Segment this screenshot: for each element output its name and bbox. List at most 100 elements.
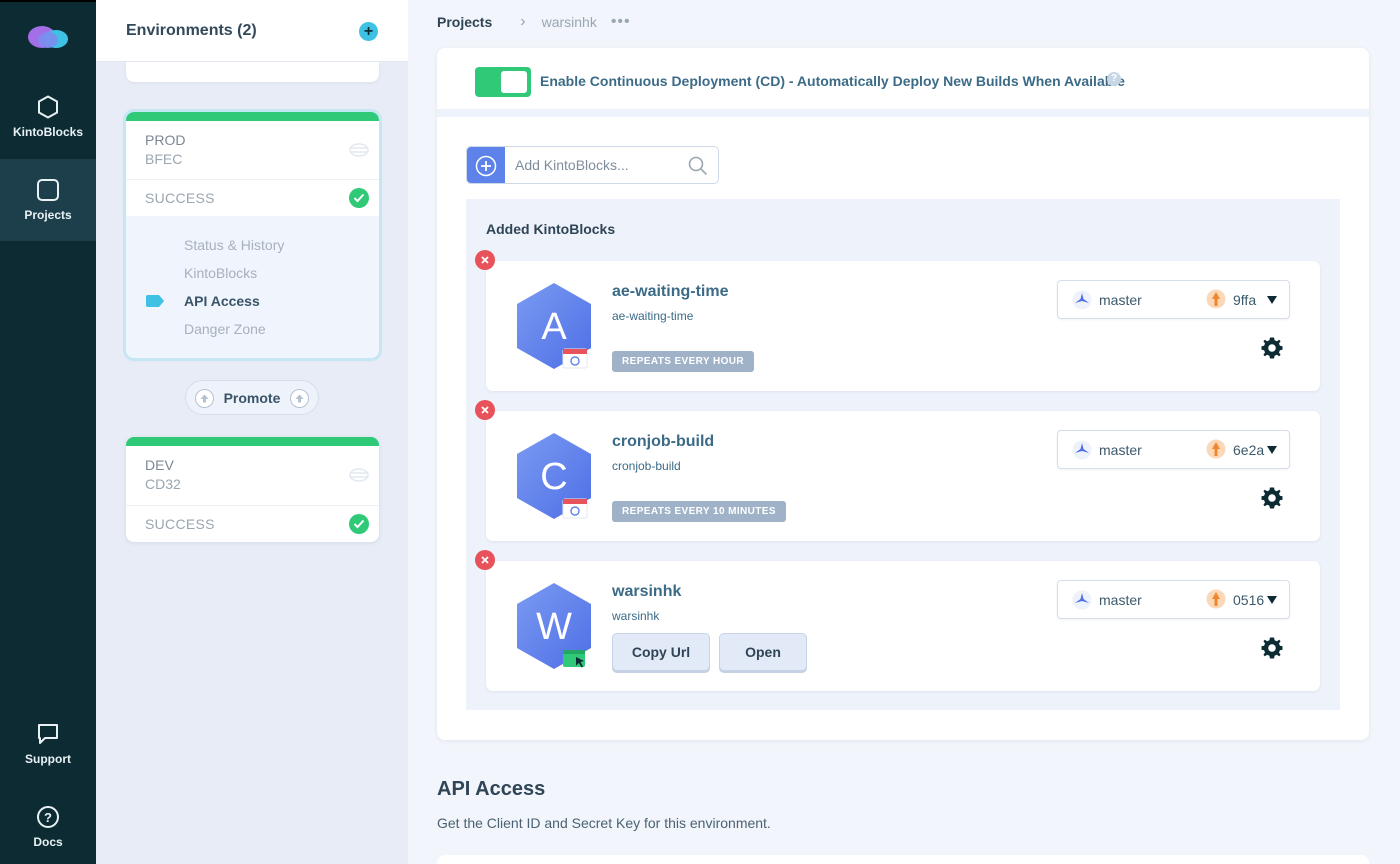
environment-name: DEV (145, 457, 174, 473)
caret-down-icon (1267, 296, 1277, 304)
active-marker-icon (146, 295, 164, 307)
submenu-danger-zone[interactable]: Danger Zone (184, 321, 266, 337)
commit-icon (1206, 439, 1226, 459)
remove-icon[interactable] (475, 400, 495, 420)
main-content: Projects › warsinhk ••• Enable Continuou… (408, 0, 1400, 864)
added-kintoblocks-section: Added KintoBlocks A ae-waiting-time ae-w… (466, 199, 1340, 710)
chevron-right-icon: › (520, 13, 526, 30)
commit-icon (1206, 289, 1226, 309)
app-logo[interactable] (26, 22, 70, 50)
environment-name: PROD (145, 132, 186, 148)
environments-panel: Environments (2) + PROD BFEC SUCCESS Sta… (96, 0, 408, 864)
nav-item-kintoblocks[interactable]: KintoBlocks (0, 76, 96, 158)
gear-icon[interactable] (1260, 336, 1284, 360)
check-icon (349, 188, 369, 208)
open-button[interactable]: Open (719, 633, 807, 671)
branch-selector[interactable]: master 9ffa (1057, 280, 1290, 319)
gear-icon[interactable] (1260, 486, 1284, 510)
kintoblock-subtitle: ae-waiting-time (612, 309, 694, 323)
kintoblock-title[interactable]: warsinhk (612, 583, 681, 601)
drag-handle-icon[interactable] (349, 142, 369, 158)
svg-text:A: A (541, 306, 567, 348)
divider (126, 505, 379, 506)
add-kintoblock-button[interactable] (467, 147, 505, 183)
hexagon-icon (36, 95, 60, 119)
branch-icon (1072, 290, 1092, 310)
breadcrumb: Projects › warsinhk ••• (437, 13, 631, 31)
website-cursor-icon (563, 650, 585, 668)
environments-title: Environments (2) (126, 22, 257, 39)
nav-item-projects[interactable]: Projects (0, 159, 96, 241)
environments-header: Environments (2) + (96, 0, 408, 62)
continuous-deployment-row: Enable Continuous Deployment (CD) - Auto… (437, 48, 1369, 117)
submenu-api-access[interactable]: API Access (184, 293, 260, 309)
branch-name: master (1099, 592, 1142, 608)
caret-down-icon (1267, 596, 1277, 604)
kintoblock-subtitle: warsinhk (612, 609, 660, 623)
nav-rail: KintoBlocks Projects Support ? Docs (0, 0, 96, 864)
divider (126, 179, 379, 180)
environment-card-dev[interactable]: DEV CD32 SUCCESS (126, 437, 379, 542)
kintoblock-title[interactable]: ae-waiting-time (612, 283, 728, 301)
promote-label: Promote (223, 389, 281, 406)
svg-text:?: ? (44, 810, 52, 825)
environment-status: SUCCESS (145, 516, 215, 532)
nav-label: KintoBlocks (12, 125, 83, 139)
calendar-refresh-icon (562, 348, 588, 369)
more-options-icon[interactable]: ••• (611, 13, 631, 31)
commit-hash: 0516 (1233, 592, 1265, 608)
remove-icon[interactable] (475, 250, 495, 270)
nav-item-support[interactable]: Support (0, 703, 96, 785)
environment-status: SUCCESS (145, 190, 215, 206)
api-access-description: Get the Client ID and Secret Key for thi… (437, 815, 771, 831)
breadcrumb-projects[interactable]: Projects (437, 14, 492, 30)
section-heading: Added KintoBlocks (486, 221, 616, 237)
branch-name: master (1099, 442, 1142, 458)
branch-icon (1072, 590, 1092, 610)
kintoblock-card[interactable]: A ae-waiting-time ae-waiting-time REPEAT… (475, 250, 1320, 391)
copy-url-button[interactable]: Copy Url (612, 633, 710, 671)
api-access-card (437, 855, 1369, 864)
nav-label: Support (25, 752, 71, 766)
scrolled-card-stub (126, 62, 379, 82)
schedule-tag: REPEATS EVERY HOUR (612, 351, 755, 372)
caret-down-icon (1267, 446, 1277, 454)
kintoblocks-panel: Enable Continuous Deployment (CD) - Auto… (437, 48, 1369, 740)
drag-handle-icon[interactable] (349, 467, 369, 483)
kintoblock-subtitle: cronjob-build (612, 459, 681, 473)
arrow-up-icon (290, 389, 309, 408)
kintoblock-card[interactable]: C cronjob-build cronjob-build REPEATS EV… (475, 400, 1320, 541)
gear-icon[interactable] (1260, 636, 1284, 660)
cd-toggle[interactable] (475, 67, 531, 97)
schedule-tag: REPEATS EVERY 10 MINUTES (612, 501, 786, 522)
promote-button[interactable]: Promote (185, 380, 319, 415)
svg-text:C: C (540, 456, 567, 498)
search-icon[interactable] (688, 156, 708, 176)
remove-icon[interactable] (475, 550, 495, 570)
cd-label: Enable Continuous Deployment (CD) - Auto… (540, 73, 1125, 89)
nav-label: Projects (24, 208, 72, 222)
add-environment-button[interactable]: + (359, 22, 378, 41)
check-icon (349, 514, 369, 534)
svg-text:W: W (536, 606, 572, 648)
branch-selector[interactable]: master 0516 (1057, 580, 1290, 619)
environment-submenu: Status & History KintoBlocks API Access … (126, 216, 379, 358)
help-icon[interactable]: ? (1107, 72, 1121, 86)
branch-selector[interactable]: master 6e2a (1057, 430, 1290, 469)
status-bar (126, 112, 379, 121)
add-kintoblocks-input[interactable] (515, 155, 685, 175)
arrow-up-icon (195, 389, 214, 408)
commit-hash: 9ffa (1233, 292, 1257, 308)
submenu-kintoblocks[interactable]: KintoBlocks (184, 265, 257, 281)
status-bar (126, 437, 379, 446)
kintoblock-card[interactable]: W warsinhk warsinhk Copy Url Open master… (475, 550, 1320, 691)
environment-code: CD32 (145, 476, 181, 492)
branch-icon (1072, 440, 1092, 460)
environment-code: BFEC (145, 151, 183, 167)
nav-item-docs[interactable]: ? Docs (0, 786, 96, 864)
environment-card-prod[interactable]: PROD BFEC SUCCESS Status & History Kinto… (123, 109, 382, 361)
plus-circle-icon (475, 155, 497, 177)
kintoblock-title[interactable]: cronjob-build (612, 433, 714, 451)
submenu-status-history[interactable]: Status & History (184, 237, 284, 253)
nav-label: Docs (33, 835, 63, 849)
